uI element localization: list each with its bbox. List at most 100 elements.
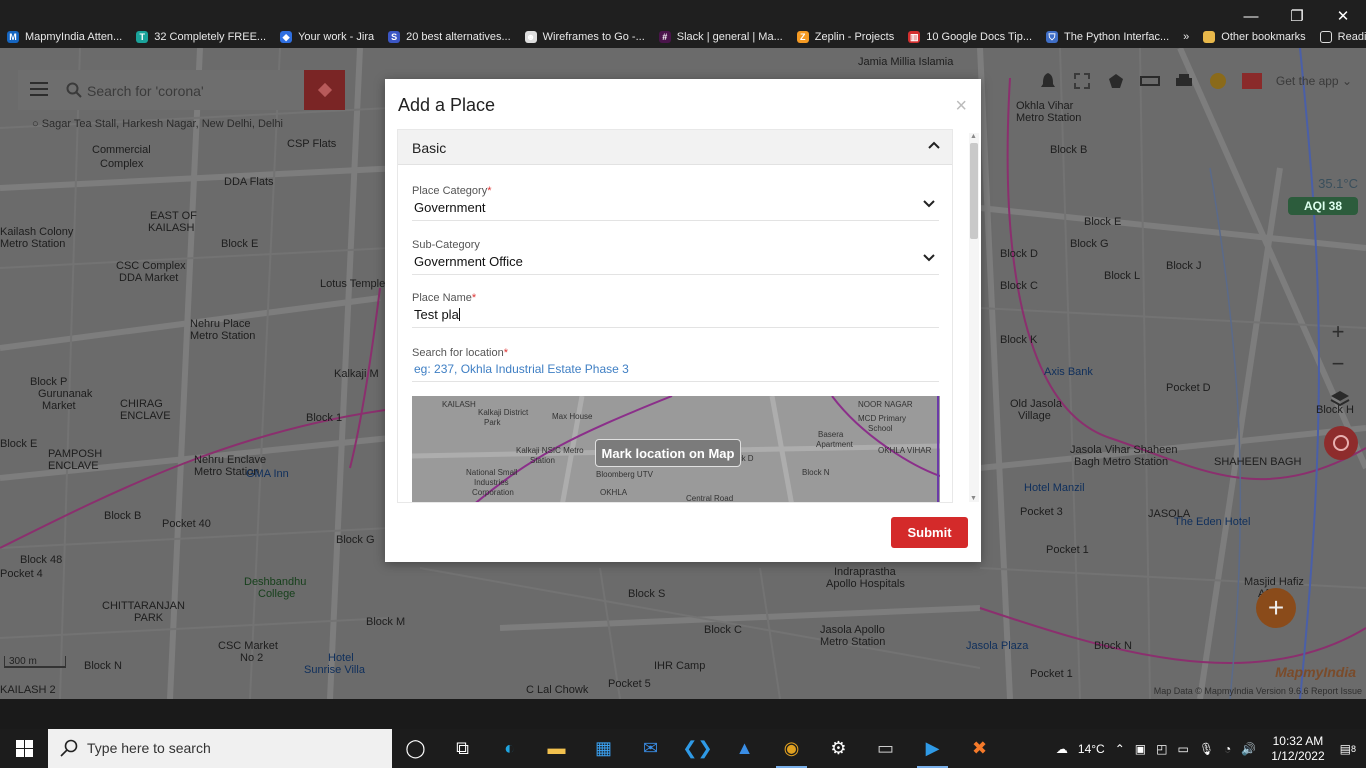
mail-icon[interactable]: ✉ [627, 729, 674, 768]
weather-temp[interactable]: 14°C [1078, 742, 1105, 756]
locate-icon[interactable] [1324, 426, 1358, 460]
bookmark-item[interactable]: Z Zeplin - Projects [790, 31, 901, 43]
terminal-icon[interactable]: ▭ [862, 729, 909, 768]
map-place-label[interactable]: Block J [1166, 260, 1201, 273]
cortana-icon[interactable]: ◯ [392, 729, 439, 768]
map-place-label[interactable]: Block B [104, 510, 141, 523]
map-place-label[interactable]: Metro Station [0, 238, 65, 251]
map-place-label[interactable]: Block C [1000, 280, 1038, 293]
reading-list[interactable]: Reading list [1313, 31, 1366, 43]
map-place-label[interactable]: Block G [336, 534, 375, 547]
task-view-icon[interactable]: ⧉ [439, 729, 486, 768]
map-place-label[interactable]: Jasola Plaza [966, 640, 1028, 653]
basic-section-header[interactable]: Basic [398, 130, 952, 165]
map-place-label[interactable]: College [258, 588, 295, 601]
map-place-label[interactable]: Pocket D [1166, 382, 1211, 395]
map-place-label[interactable]: Block M [366, 616, 405, 629]
close-icon[interactable]: × [955, 95, 967, 118]
location-search-input[interactable]: eg: 237, Okhla Industrial Estate Phase 3 [412, 362, 939, 382]
map-place-label[interactable]: Pocket 40 [162, 518, 211, 531]
add-place-fab[interactable]: + [1256, 588, 1296, 628]
fullscreen-icon[interactable] [1072, 71, 1092, 91]
wifi-icon[interactable]: ◔ [1224, 742, 1231, 756]
bookmark-item[interactable]: S 20 best alternatives... [381, 31, 518, 43]
map-place-label[interactable]: Apollo Hospitals [826, 578, 905, 591]
map-place-label[interactable]: C Lal Chowk [526, 684, 588, 697]
volume-icon[interactable]: 🔊 [1241, 742, 1256, 756]
remote-desktop-icon[interactable]: ▶ [909, 729, 956, 768]
map-place-label[interactable]: Metro Station [190, 330, 255, 343]
search-input[interactable]: Search for 'corona' [87, 83, 204, 99]
bookmark-item[interactable]: ◆ Your work - Jira [273, 31, 381, 43]
file-explorer-icon[interactable]: ▬ [533, 729, 580, 768]
edge-icon[interactable]: ◐ [486, 729, 533, 768]
map-place-label[interactable]: Block 1 [306, 412, 342, 425]
submit-button[interactable]: Submit [891, 517, 968, 548]
map-place-label[interactable]: Jamia Millia Islamia [858, 56, 953, 69]
map-place-label[interactable]: Block K [1000, 334, 1037, 347]
map-place-label[interactable]: Bagh Metro Station [1074, 456, 1168, 469]
map-place-label[interactable]: SHAHEEN BAGH [1214, 456, 1301, 469]
map-place-label[interactable]: Block B [1050, 144, 1087, 157]
scroll-down-icon[interactable]: ▼ [970, 495, 977, 502]
zoom-out-icon[interactable]: − [1326, 348, 1350, 380]
map-place-label[interactable]: Pocket 4 [0, 568, 43, 581]
modal-scrollbar[interactable]: ▲ ▼ [969, 133, 979, 502]
move-logo-icon[interactable] [1241, 71, 1262, 91]
map-place-label[interactable]: Block 48 [20, 554, 62, 567]
weather-icon[interactable]: ☁ [1056, 742, 1068, 756]
get-app-link[interactable]: Get the app ⌄ [1276, 74, 1352, 88]
ruler-icon[interactable] [1139, 71, 1160, 91]
directions-button[interactable] [304, 70, 345, 110]
scroll-thumb[interactable] [970, 143, 978, 239]
map-place-label[interactable]: Block E [0, 438, 37, 451]
map-place-label[interactable]: Complex [100, 158, 143, 171]
bookmark-item[interactable]: ▥ 10 Google Docs Tip... [901, 31, 1039, 43]
map-place-label[interactable]: Commercial [92, 144, 151, 157]
map-place-label[interactable]: DDA Market [119, 272, 178, 285]
other-bookmarks[interactable]: Other bookmarks [1196, 31, 1312, 43]
map-place-label[interactable]: PARK [134, 612, 163, 625]
map-place-label[interactable]: Sunrise Villa [304, 664, 365, 677]
map-place-label[interactable]: GMA Inn [246, 468, 289, 481]
sub-category-select[interactable]: Government Office [412, 254, 939, 275]
scroll-up-icon[interactable]: ▲ [970, 133, 977, 140]
map-place-label[interactable]: KAILASH 2 [0, 684, 56, 697]
location-map-preview[interactable]: KAILASH Kalkaji District Park Max House NOOR… [412, 396, 940, 502]
map-place-label[interactable]: DDA Flats [224, 176, 274, 189]
map-place-label[interactable]: Axis Bank [1044, 366, 1093, 379]
chevron-up-icon[interactable]: ⌃ [1115, 742, 1125, 756]
map-place-label[interactable]: Block L [1104, 270, 1140, 283]
map-place-label[interactable]: Pocket 5 [608, 678, 651, 691]
map-place-label[interactable]: Block N [84, 660, 122, 673]
layers-icon[interactable] [1330, 390, 1350, 413]
chrome-icon[interactable]: ◉ [768, 729, 815, 768]
map-place-label[interactable]: ENCLAVE [120, 410, 171, 423]
taskbar-search-input[interactable]: Type here to search [87, 740, 211, 756]
more-bookmarks-icon[interactable]: » [1176, 31, 1196, 43]
menu-icon[interactable] [30, 82, 48, 96]
map-place-label[interactable]: Block S [628, 588, 665, 601]
place-category-select[interactable]: Government [412, 200, 939, 221]
notification-bell-icon[interactable] [1038, 71, 1058, 91]
network-icon[interactable]: ◰ [1156, 742, 1167, 756]
map-place-label[interactable]: Village [1018, 410, 1051, 423]
map-place-label[interactable]: Metro Station [1016, 112, 1081, 125]
vscode-icon[interactable]: ❮❯ [674, 729, 721, 768]
mark-location-button[interactable]: Mark location on Map [595, 439, 741, 467]
map-place-label[interactable]: The Eden Hotel [1174, 516, 1250, 529]
map-place-label[interactable]: ENCLAVE [48, 460, 99, 473]
taskbar-search[interactable]: Type here to search [48, 729, 392, 768]
pentagon-icon[interactable] [1106, 71, 1126, 91]
place-name-input[interactable]: Test pla [412, 307, 939, 328]
zoom-in-icon[interactable]: + [1326, 316, 1350, 348]
bookmark-item[interactable]: T 32 Completely FREE... [129, 31, 273, 43]
map-place-label[interactable]: KAILASH [148, 222, 194, 235]
map-place-label[interactable]: Block E [1084, 216, 1121, 229]
photos-icon[interactable]: ▲ [721, 729, 768, 768]
map-place-label[interactable]: Pocket 3 [1020, 506, 1063, 519]
map-place-label[interactable]: Block G [1070, 238, 1109, 251]
map-place-label[interactable]: Block C [704, 624, 742, 637]
map-place-label[interactable]: CSP Flats [287, 138, 336, 151]
chevron-up-icon[interactable] [928, 141, 940, 149]
